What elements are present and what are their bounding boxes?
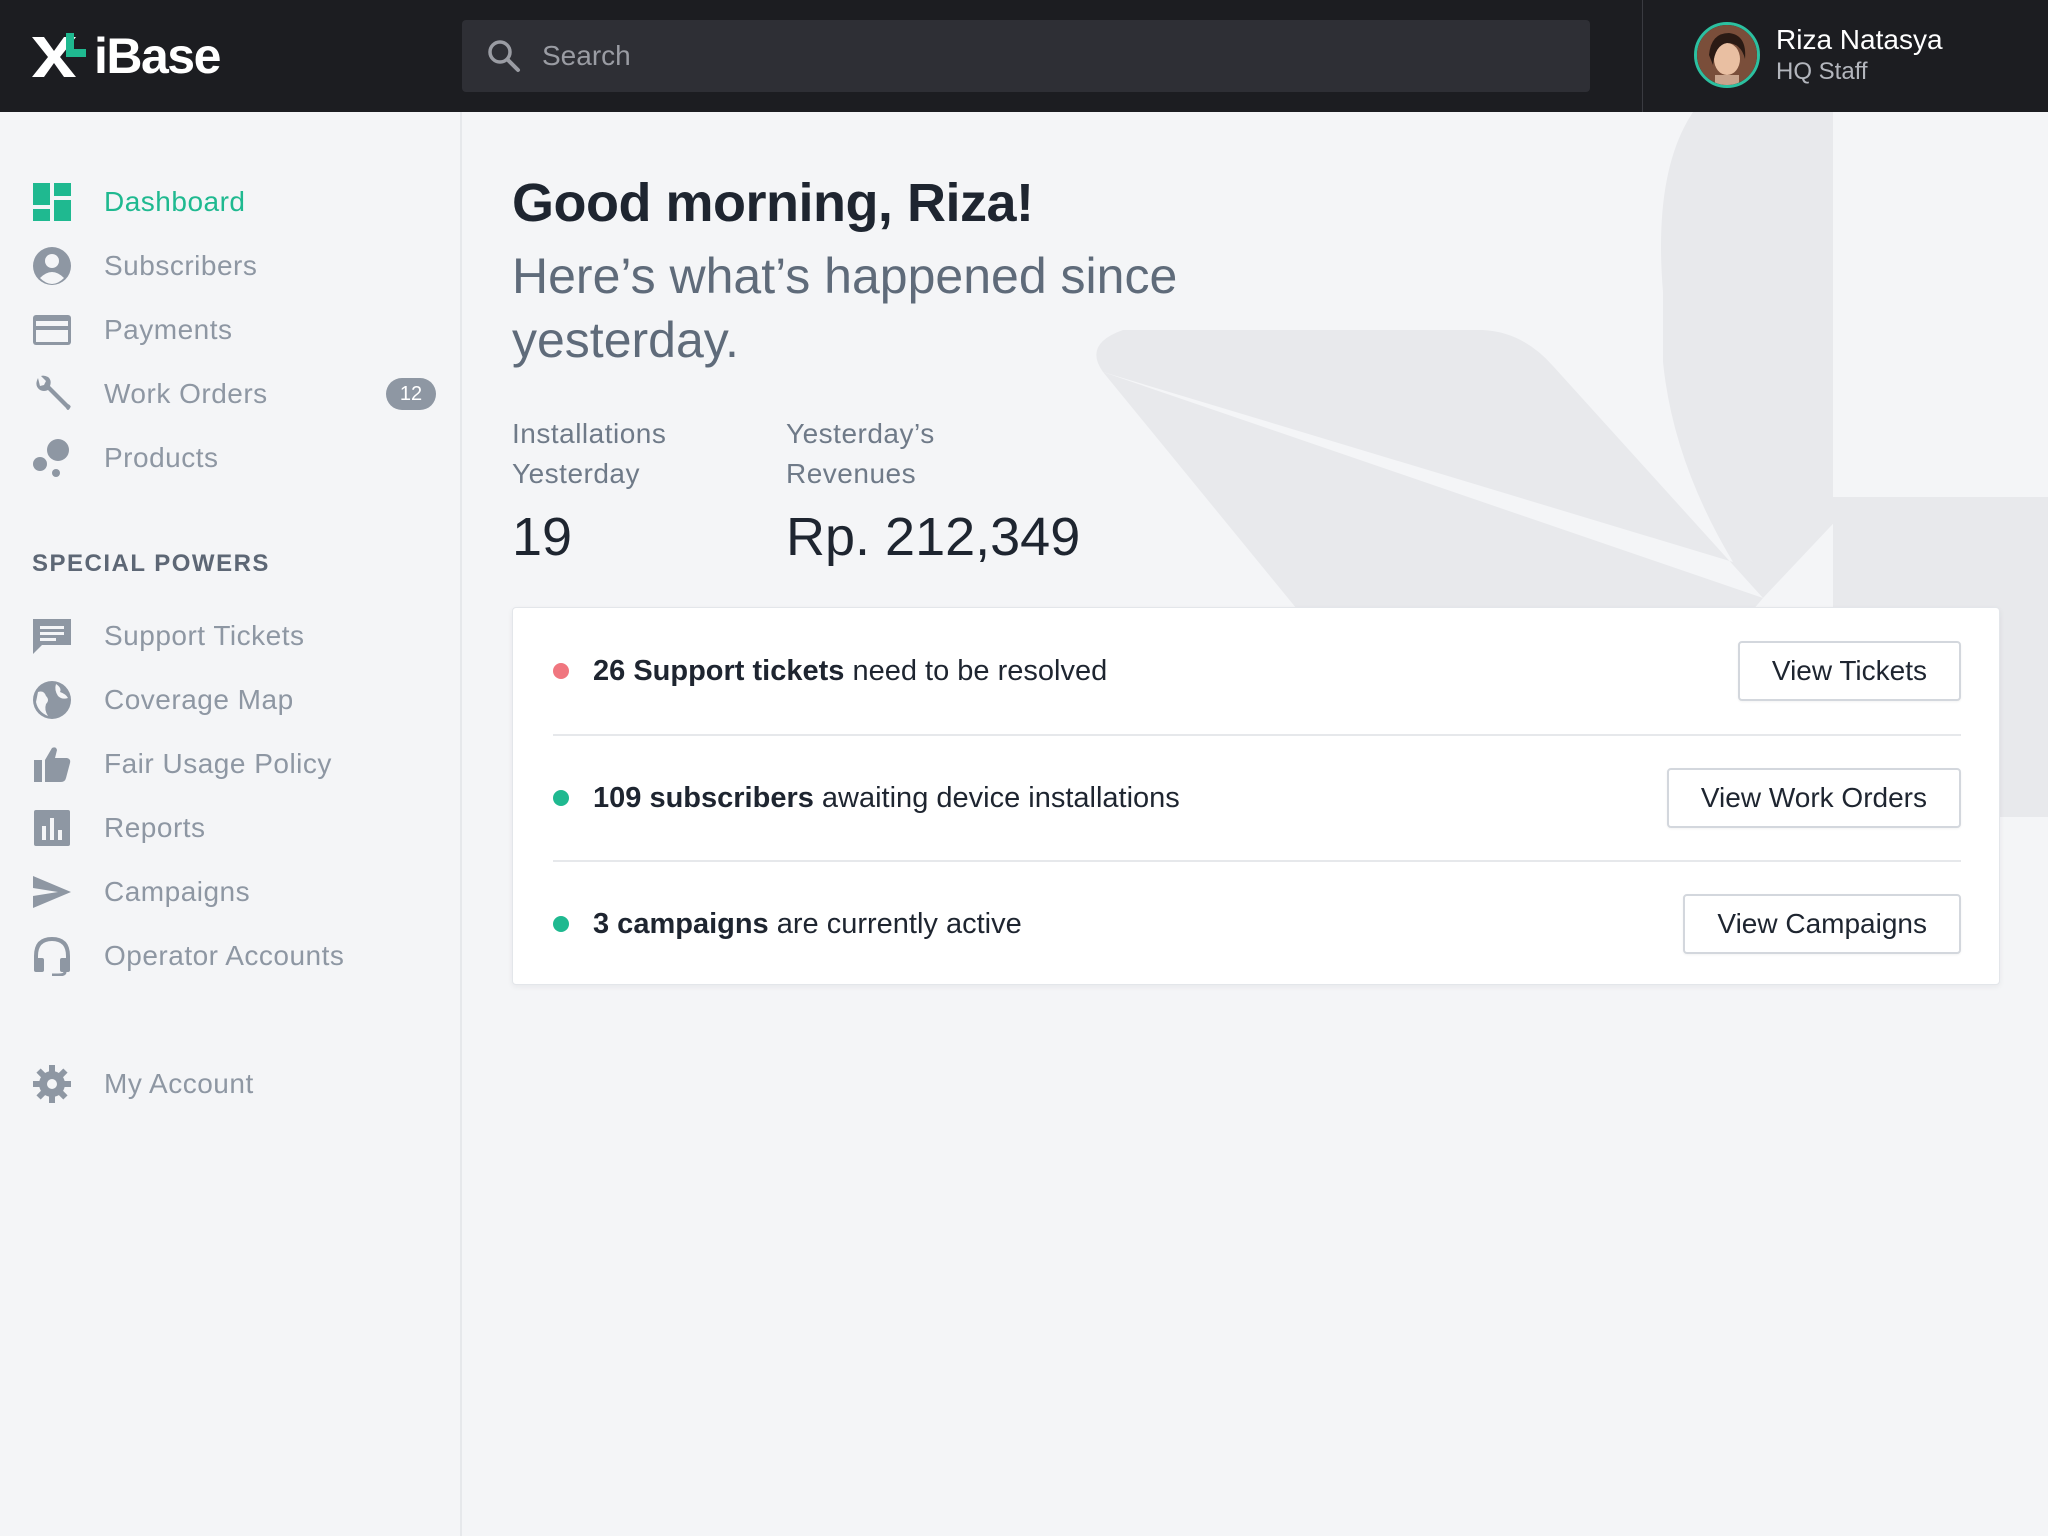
alert-text: 109 subscribers awaiting device installa… [593, 782, 1180, 815]
sidebar-item-label: Fair Usage Policy [104, 748, 332, 779]
sidebar-section-title: SPECIAL POWERS [32, 550, 270, 577]
stat-value: Rp. 212,349 [786, 507, 1081, 567]
sidebar-item-label: Coverage Map [104, 684, 294, 715]
view-tickets-button[interactable]: View Tickets [1737, 641, 1961, 701]
sidebar-item-label: Work Orders [104, 378, 268, 409]
alert-highlight: 26 Support tickets [593, 654, 845, 687]
sidebar-item-label: Subscribers [104, 250, 258, 281]
credit-card-icon [30, 308, 74, 352]
sidebar-item-products[interactable]: Products [30, 433, 430, 483]
main-content: Good morning, Riza! Here’s what’s happen… [463, 112, 2048, 1536]
sidebar-item-label: Products [104, 442, 219, 473]
work-orders-count-badge: 12 [386, 378, 436, 410]
alert-text: 26 Support tickets need to be resolved [593, 655, 1107, 688]
view-work-orders-button[interactable]: View Work Orders [1666, 768, 1961, 828]
stat-revenues: Yesterday’s Revenues Rp. 212,349 [786, 414, 1080, 568]
sidebar-item-subscribers[interactable]: Subscribers [30, 241, 430, 291]
top-bar: iBase Riza Natasya HQ Staff [0, 0, 2048, 112]
bar-chart-icon [30, 806, 74, 850]
sidebar-item-label: Payments [104, 314, 233, 345]
sidebar-item-label: Dashboard [104, 186, 246, 217]
wrench-icon [30, 372, 74, 416]
sidebar-item-work-orders[interactable]: Work Orders 12 [30, 369, 436, 419]
sidebar-item-label: Operator Accounts [104, 940, 345, 971]
sidebar-item-coverage-map[interactable]: Coverage Map [30, 675, 430, 725]
page-title: Good morning, Riza! [512, 173, 1034, 233]
alert-row-campaigns: 3 campaigns are currently active View Ca… [553, 860, 1961, 986]
alert-row-subscribers: 109 subscribers awaiting device installa… [553, 734, 1961, 860]
sidebar-item-label: My Account [104, 1068, 254, 1099]
user-profile[interactable]: Riza Natasya HQ Staff [1694, 22, 1943, 88]
ibase-logo-icon [32, 33, 86, 77]
status-dot [553, 790, 569, 806]
alert-detail: need to be resolved [844, 654, 1108, 687]
avatar[interactable] [1694, 22, 1760, 88]
user-name: Riza Natasya [1776, 24, 1943, 55]
search-bar[interactable] [462, 20, 1590, 92]
user-circle-icon [30, 244, 74, 288]
search-icon [488, 40, 520, 72]
alert-highlight: 3 campaigns [593, 907, 769, 940]
alerts-card: 26 Support tickets need to be resolved V… [512, 607, 2000, 985]
globe-icon [30, 678, 74, 722]
sidebar-item-my-account[interactable]: My Account [30, 1059, 430, 1109]
thumbs-up-icon [30, 742, 74, 786]
user-role: HQ Staff [1776, 58, 1868, 85]
headset-icon [30, 934, 74, 978]
stat-value: 19 [512, 507, 573, 567]
stat-label: Installations Yesterday [512, 418, 667, 489]
bubbles-icon [30, 436, 74, 480]
search-input[interactable] [542, 26, 1542, 86]
sidebar-item-operator-accounts[interactable]: Operator Accounts [30, 931, 430, 981]
view-campaigns-button[interactable]: View Campaigns [1683, 894, 1961, 954]
app-name: iBase [94, 28, 221, 84]
gear-icon [30, 1062, 74, 1106]
sidebar-item-label: Support Tickets [104, 620, 305, 651]
sidebar-item-payments[interactable]: Payments [30, 305, 430, 355]
send-icon [30, 870, 74, 914]
sidebar-item-campaigns[interactable]: Campaigns [30, 867, 430, 917]
sidebar-item-fair-usage-policy[interactable]: Fair Usage Policy [30, 739, 430, 789]
alert-detail: awaiting device installations [813, 781, 1180, 814]
header-divider [1642, 0, 1643, 112]
sidebar-item-support-tickets[interactable]: Support Tickets [30, 611, 430, 661]
alert-text: 3 campaigns are currently active [593, 908, 1022, 941]
app-logo[interactable]: iBase [30, 26, 221, 86]
page-subtitle: Here’s what’s happened since yesterday. [512, 248, 1178, 368]
dashboard-icon [30, 180, 74, 224]
sidebar-item-label: Campaigns [104, 876, 251, 907]
sidebar-item-dashboard[interactable]: Dashboard [30, 177, 430, 227]
alert-detail: are currently active [768, 907, 1022, 940]
sidebar-item-reports[interactable]: Reports [30, 803, 430, 853]
sidebar-item-label: Reports [104, 812, 206, 843]
status-dot [553, 663, 569, 679]
status-dot [553, 916, 569, 932]
alert-row-tickets: 26 Support tickets need to be resolved V… [553, 608, 1961, 734]
alert-highlight: 109 subscribers [593, 781, 814, 814]
stat-installations: Installations Yesterday 19 [512, 414, 666, 568]
chat-icon [30, 614, 74, 658]
sidebar: Dashboard Subscribers Payments Work Orde… [0, 112, 462, 1536]
stat-label: Yesterday’s Revenues [786, 418, 935, 489]
avatar-image [1697, 25, 1757, 85]
